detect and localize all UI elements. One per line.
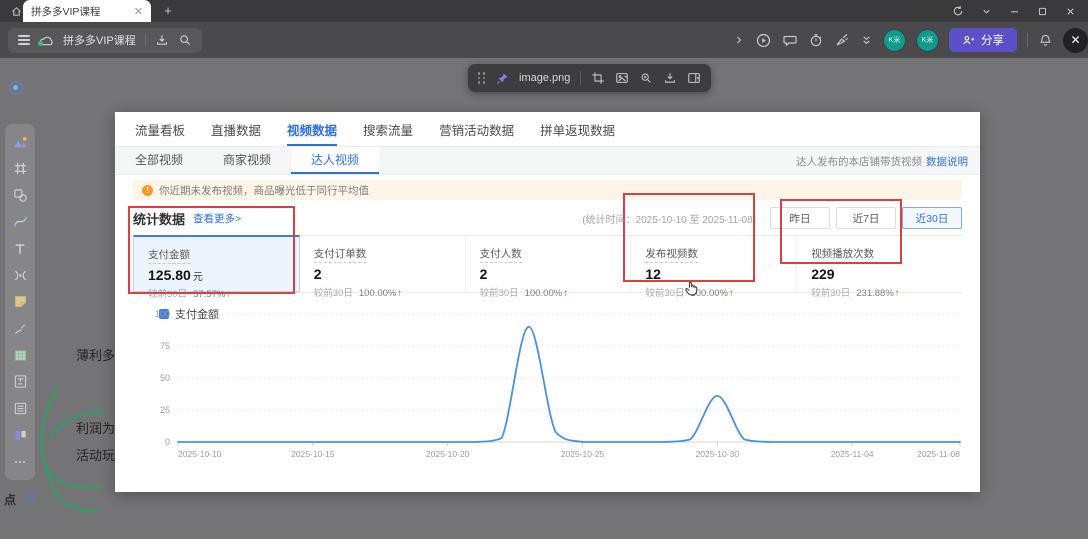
notification-bell-icon[interactable]	[1038, 33, 1053, 48]
svg-text:2025-11-08: 2025-11-08	[917, 449, 960, 459]
browser-tab-title: 拼多多VIP课程	[31, 4, 134, 19]
text-tool-icon[interactable]	[11, 240, 29, 258]
image-filename: image.png	[519, 72, 570, 84]
comment-icon[interactable]	[782, 32, 798, 48]
collaborator-badge	[9, 81, 23, 95]
minimize-icon[interactable]	[1009, 6, 1020, 17]
svg-text:50: 50	[160, 373, 170, 383]
delta-up-icon: ↑	[563, 288, 568, 299]
svg-text:2025-11-04: 2025-11-04	[831, 449, 874, 459]
drag-handle-icon[interactable]	[478, 72, 486, 83]
svg-text:2025-10-15: 2025-10-15	[291, 449, 335, 459]
shapes-tool-icon[interactable]	[11, 186, 29, 204]
annotation-box-published-videos	[623, 193, 755, 282]
media-tool-icon[interactable]	[11, 133, 29, 151]
tab-group-rebate-data[interactable]: 拼单返现数据	[540, 120, 615, 146]
dashboard-sub-tabs: 全部视频 商家视频 达人视频 达人发布的本店铺带货视频数据说明	[115, 147, 980, 175]
frame-tool-icon[interactable]	[11, 160, 29, 178]
collapse-toolbar-icon[interactable]	[860, 34, 873, 47]
svg-text:75: 75	[160, 341, 170, 351]
laser-pointer-icon[interactable]	[834, 32, 850, 48]
menu-icon[interactable]	[18, 35, 30, 45]
svg-text:2025-10-10: 2025-10-10	[178, 449, 222, 459]
window-titlebar: 拼多多VIP课程 ✕ +	[0, 0, 1088, 22]
connector-tool-icon[interactable]	[11, 213, 29, 231]
annotation-box-pay-amount	[128, 206, 295, 294]
svg-text:100: 100	[155, 309, 170, 319]
data-note: 达人发布的本店铺带货视频数据说明	[796, 154, 968, 169]
document-title: 拼多多VIP课程	[63, 32, 136, 48]
tab-marketing-data[interactable]: 营销活动数据	[439, 120, 514, 146]
doc-title-group: 拼多多VIP课程	[8, 28, 202, 53]
zoom-preview-icon[interactable]	[639, 71, 653, 85]
expand-right-icon[interactable]	[733, 34, 745, 46]
card-pay-users[interactable]: 支付人数 2 较前30日100.00%↑	[466, 236, 632, 292]
collaborator-avatar-1[interactable]: K米	[883, 29, 906, 52]
delta-up-icon: ↑	[729, 288, 734, 299]
subtab-merchant-videos[interactable]: 商家视频	[203, 147, 291, 174]
present-play-icon[interactable]	[755, 32, 772, 49]
hand-cursor-icon	[683, 280, 700, 297]
card-pay-orders[interactable]: 支付订单数 2 较前30日100.00%↑	[300, 236, 466, 292]
annotation-box-video-plays	[780, 199, 902, 264]
maximize-icon[interactable]	[1037, 6, 1048, 17]
browser-tab[interactable]: 拼多多VIP课程 ✕	[23, 0, 151, 22]
svg-text:2025-10-20: 2025-10-20	[426, 449, 470, 459]
warning-icon: !	[142, 185, 153, 196]
share-label: 分享	[981, 32, 1004, 48]
reload-icon[interactable]	[952, 5, 964, 17]
timer-icon[interactable]	[808, 32, 824, 48]
account-close-button[interactable]: ✕	[1063, 28, 1088, 53]
svg-text:2025-10-30: 2025-10-30	[696, 449, 740, 459]
crop-frame-icon[interactable]	[591, 71, 605, 85]
dashboard-main-tabs: 流量看板 直播数据 视频数据 搜索流量 营销活动数据 拼单返现数据	[115, 112, 980, 147]
sticky-note-tool-icon[interactable]	[11, 293, 29, 311]
range-30d-button[interactable]: 近30日	[902, 207, 962, 229]
tab-search-traffic[interactable]: 搜索流量	[363, 120, 413, 146]
svg-text:0: 0	[165, 437, 170, 447]
notice-text: 你近期未发布视频，商品曝光低于同行平均值	[159, 183, 369, 198]
notice-banner: ! 你近期未发布视频，商品曝光低于同行平均值	[133, 180, 962, 200]
data-explanation-link[interactable]: 数据说明	[926, 156, 968, 168]
subtab-all-videos[interactable]: 全部视频	[115, 147, 203, 174]
dashboard-image[interactable]: 流量看板 直播数据 视频数据 搜索流量 营销活动数据 拼单返现数据 全部视频 商…	[115, 112, 980, 492]
open-panel-icon[interactable]	[687, 71, 701, 85]
svg-text:2025-10-25: 2025-10-25	[561, 449, 605, 459]
new-tab-icon[interactable]: +	[160, 3, 176, 18]
whiteboard-canvas[interactable]: 薄利多销 利润为主 活动玩法 点 image.png 流量看板	[0, 58, 1088, 539]
download-icon[interactable]	[155, 33, 169, 47]
replace-image-icon[interactable]	[615, 71, 629, 85]
delta-up-icon: ↑	[397, 288, 402, 299]
window-close-icon[interactable]	[1065, 6, 1076, 17]
pay-amount-line-chart: 0 25 50 75 100 2025-10-10 2025-10-15 2025-10-20…	[115, 299, 980, 472]
svg-text:25: 25	[160, 405, 170, 415]
cloud-sync-icon[interactable]	[39, 34, 54, 47]
chevron-down-icon[interactable]	[981, 6, 992, 17]
subtab-influencer-videos[interactable]: 达人视频	[291, 147, 379, 174]
app-toolbar: 拼多多VIP课程 K米 K米 分享	[0, 22, 1088, 58]
tab-traffic-board[interactable]: 流量看板	[135, 120, 185, 146]
download-image-icon[interactable]	[663, 71, 677, 85]
tab-close-icon[interactable]: ✕	[134, 5, 143, 18]
tab-video-data[interactable]: 视频数据	[287, 120, 337, 146]
share-button[interactable]: 分享	[949, 28, 1017, 52]
tab-live-data[interactable]: 直播数据	[211, 120, 261, 146]
search-icon[interactable]	[178, 33, 192, 47]
image-float-toolbar: image.png	[468, 64, 711, 92]
home-icon[interactable]	[10, 5, 23, 18]
delta-up-icon: ↑	[895, 288, 900, 299]
collaborator-avatar-2[interactable]: K米	[916, 29, 939, 52]
mindmap-tool-icon[interactable]	[11, 266, 29, 284]
pin-icon[interactable]	[496, 72, 509, 85]
